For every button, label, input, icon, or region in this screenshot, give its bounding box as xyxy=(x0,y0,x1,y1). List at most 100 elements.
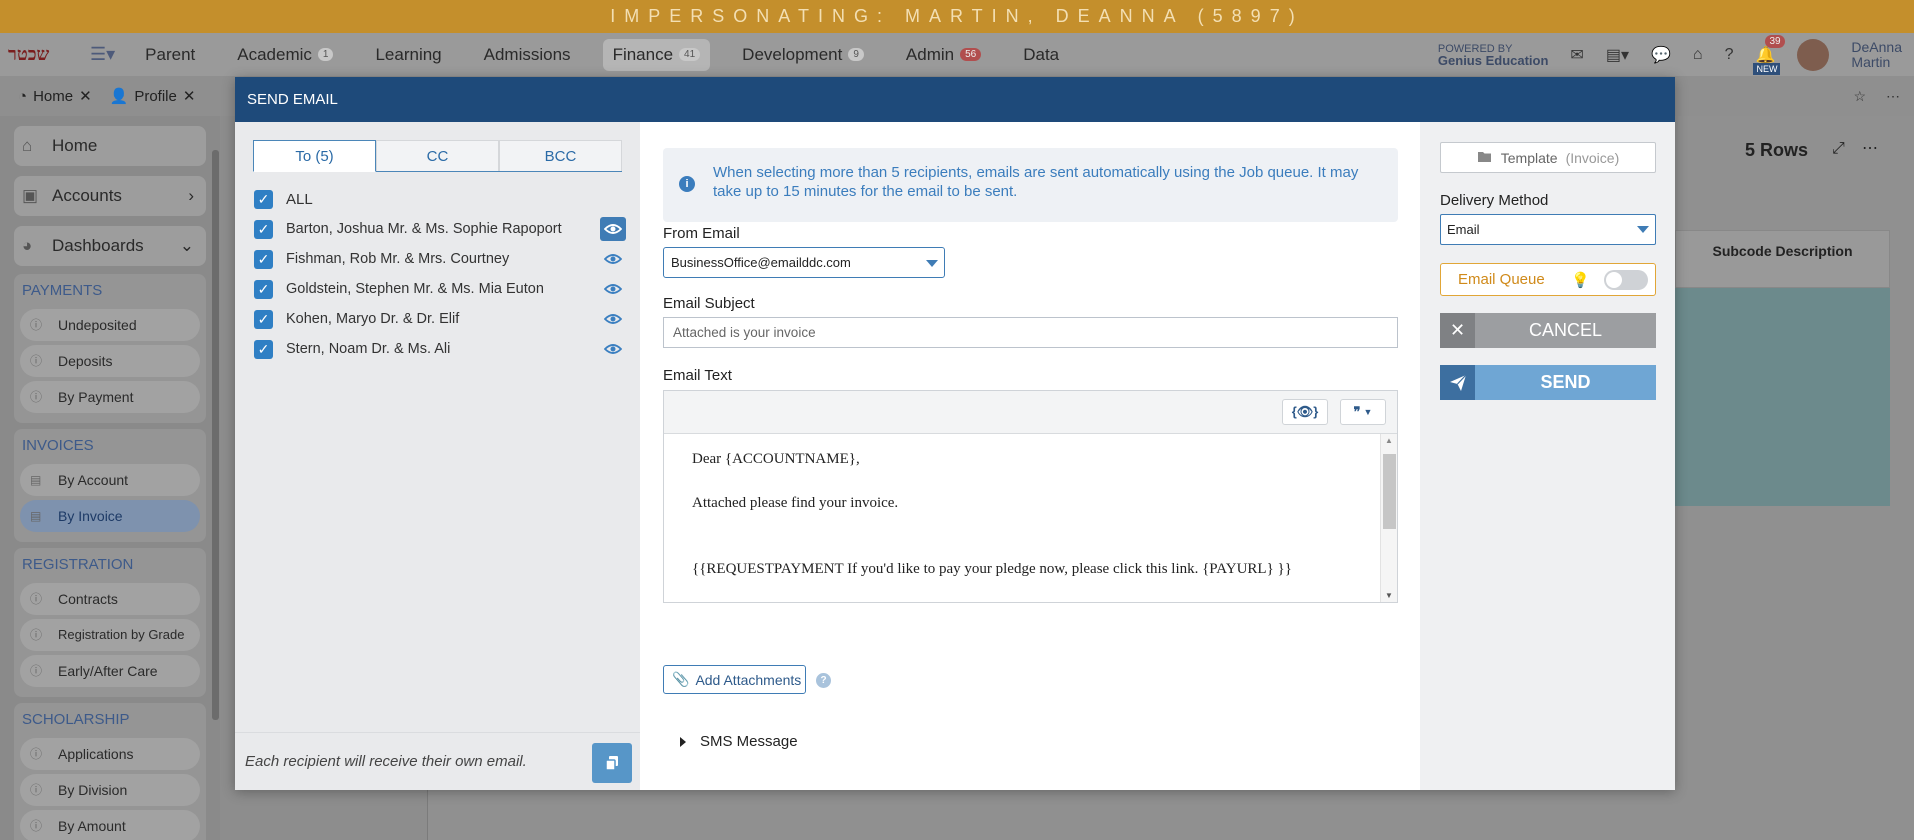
sidebar-group-payments: PAYMENTS ⓘ Undeposited ⓘ Deposits ⓘ By Paym… xyxy=(14,274,206,423)
close-icon[interactable]: ✕ xyxy=(183,87,196,105)
nav-admissions[interactable]: Admissions xyxy=(474,39,581,71)
help-icon[interactable]: ? xyxy=(1725,46,1734,64)
eye-icon xyxy=(604,314,622,324)
preview-merge-fields-button[interactable]: {👁} xyxy=(1282,399,1328,425)
preview-button[interactable] xyxy=(600,342,626,356)
from-email-select[interactable]: BusinessOffice@emailddc.com xyxy=(663,247,945,278)
school-logo[interactable]: שכטר xyxy=(8,41,86,69)
editor-content[interactable]: Dear {ACCOUNTNAME}, Attached please find… xyxy=(664,434,1380,602)
tab-home[interactable]: ◔ Home ✕ xyxy=(18,87,92,106)
bell-icon[interactable]: 🔔 39 NEW xyxy=(1753,34,1785,75)
info-icon: ⓘ xyxy=(30,783,43,797)
nav-academic[interactable]: Academic 1 xyxy=(227,39,343,71)
add-attachments-label: Add Attachments xyxy=(695,671,802,688)
nav-data[interactable]: Data xyxy=(1013,39,1069,71)
tab-bcc[interactable]: BCC xyxy=(499,140,622,171)
sidebar-item-by-invoice[interactable]: ▤ By Invoice xyxy=(20,500,200,532)
recipient-checkbox[interactable]: ✓ xyxy=(254,309,273,329)
row-count: 5 Rows xyxy=(1745,140,1809,160)
expand-icon[interactable]: ⤢ xyxy=(1832,140,1845,158)
archive-icon[interactable]: ▤▾ xyxy=(1606,45,1629,65)
sidebar-group-title[interactable]: INVOICES xyxy=(14,433,206,460)
recipient-name: Fishman, Rob Mr. & Mrs. Courtney xyxy=(286,251,510,267)
chevron-down-icon xyxy=(1637,226,1649,233)
nav-development[interactable]: Development 9 xyxy=(732,39,874,71)
sidebar-item-by-payment[interactable]: ⓘ By Payment xyxy=(20,381,200,413)
help-icon[interactable]: ? xyxy=(816,673,831,688)
sidebar-item-accounts[interactable]: ▣ Accounts › xyxy=(14,176,206,216)
sidebar-item-dashboards[interactable]: ◕ Dashboards ⌄ xyxy=(14,226,206,266)
actions-panel: Template (Invoice) Delivery Method Email… xyxy=(1420,122,1675,790)
sidebar-item-undeposited[interactable]: ⓘ Undeposited xyxy=(20,309,200,341)
recipient-checkbox[interactable]: ✓ xyxy=(254,339,273,359)
preview-button[interactable] xyxy=(600,217,626,241)
more-icon[interactable]: ⋯ xyxy=(1862,138,1878,158)
preview-button[interactable] xyxy=(600,282,626,296)
info-icon: ⓘ xyxy=(30,628,43,642)
nav-admin[interactable]: Admin 56 xyxy=(896,39,991,71)
lightbulb-icon: 💡 xyxy=(1571,272,1590,289)
tab-profile[interactable]: 👤 Profile ✕ xyxy=(110,87,196,106)
select-all-checkbox[interactable]: ✓ xyxy=(254,189,273,209)
sidebar-item-early-after-care[interactable]: ⓘ Early/After Care xyxy=(20,655,200,687)
caret-right-icon xyxy=(680,736,686,747)
home-icon: ◔ xyxy=(18,87,28,105)
preview-button[interactable] xyxy=(600,252,626,266)
mail-icon[interactable]: ✉ xyxy=(1570,45,1583,65)
chat-icon[interactable]: 💬 xyxy=(1651,45,1671,65)
editor-scrollbar[interactable]: ▲ ▼ xyxy=(1380,434,1397,602)
email-text-editor[interactable]: {👁} ❞ ▼ Dear {ACCOUNTNAME}, Attached plea… xyxy=(663,390,1398,603)
template-button[interactable]: Template (Invoice) xyxy=(1440,142,1656,173)
paper-plane-icon xyxy=(1440,365,1475,400)
quote-dropdown-button[interactable]: ❞ ▼ xyxy=(1340,399,1386,425)
sidebar-item-by-division[interactable]: ⓘ By Division xyxy=(20,774,200,806)
recipient-row: ✓ Barton, Joshua Mr. & Ms. Sophie Rapopo… xyxy=(254,214,626,244)
job-queue-notice-text: When selecting more than 5 recipients, e… xyxy=(713,164,1359,200)
sidebar-item-applications[interactable]: ⓘ Applications xyxy=(20,738,200,770)
menu-icon[interactable]: ☰▾ xyxy=(90,44,115,65)
delivery-method-select[interactable]: Email xyxy=(1440,214,1656,245)
tab-cc[interactable]: CC xyxy=(376,140,499,171)
sidebar-item-by-account[interactable]: ▤ By Account xyxy=(20,464,200,496)
recipient-checkbox[interactable]: ✓ xyxy=(254,279,273,299)
sidebar-item-contracts[interactable]: ⓘ Contracts xyxy=(20,583,200,615)
send-button[interactable]: SEND xyxy=(1440,365,1656,400)
sidebar-item-deposits[interactable]: ⓘ Deposits xyxy=(20,345,200,377)
sidebar-item-label: Applications xyxy=(58,746,134,762)
scroll-down-icon[interactable]: ▼ xyxy=(1385,591,1393,600)
editor-line: Dear {ACCOUNTNAME}, xyxy=(692,451,860,467)
cancel-button[interactable]: ✕ CANCEL xyxy=(1440,313,1656,348)
scroll-up-icon[interactable]: ▲ xyxy=(1385,436,1393,445)
sidebar-group-title[interactable]: SCHOLARSHIP xyxy=(14,707,206,734)
close-icon[interactable]: ✕ xyxy=(79,87,92,105)
email-queue-toggle[interactable] xyxy=(1604,270,1648,290)
recipient-checkbox[interactable]: ✓ xyxy=(254,249,273,269)
star-icon[interactable]: ☆ xyxy=(1853,88,1866,105)
user-name[interactable]: DeAnna Martin xyxy=(1851,39,1902,70)
folder-icon xyxy=(1477,150,1493,166)
nav-learning[interactable]: Learning xyxy=(365,39,451,71)
avatar[interactable] xyxy=(1797,38,1830,71)
sidebar-group-title[interactable]: REGISTRATION xyxy=(14,552,206,579)
nav-finance[interactable]: Finance 41 xyxy=(602,38,711,71)
sidebar-item-registration-by-grade[interactable]: ⓘ Registration by Grade xyxy=(20,619,200,651)
sidebar-item-label: Home xyxy=(52,136,98,155)
add-attachments-button[interactable]: 📎 Add Attachments xyxy=(663,665,806,694)
grid-column-header[interactable]: Subcode Description xyxy=(1675,230,1890,288)
more-icon[interactable]: ⋯ xyxy=(1886,88,1900,105)
sidebar-item-home[interactable]: ⌂ Home xyxy=(14,126,206,166)
tab-to[interactable]: To (5) xyxy=(253,140,376,172)
email-subject-input[interactable] xyxy=(663,317,1398,348)
copy-button[interactable] xyxy=(592,743,632,783)
preview-button[interactable] xyxy=(600,312,626,326)
recipient-checkbox[interactable]: ✓ xyxy=(254,219,273,239)
sidebar-item-by-amount[interactable]: ⓘ By Amount xyxy=(20,810,200,840)
scrollbar-thumb[interactable] xyxy=(1383,454,1396,529)
sms-message-toggle[interactable]: SMS Message xyxy=(680,733,798,750)
building-icon[interactable]: ⌂ xyxy=(1693,46,1703,64)
eye-icon xyxy=(604,254,622,264)
nav-parent[interactable]: Parent xyxy=(135,39,205,71)
sidebar-group-title[interactable]: PAYMENTS xyxy=(14,278,206,305)
info-icon: ⓘ xyxy=(30,664,43,678)
sidebar-scrollbar[interactable] xyxy=(212,150,219,720)
